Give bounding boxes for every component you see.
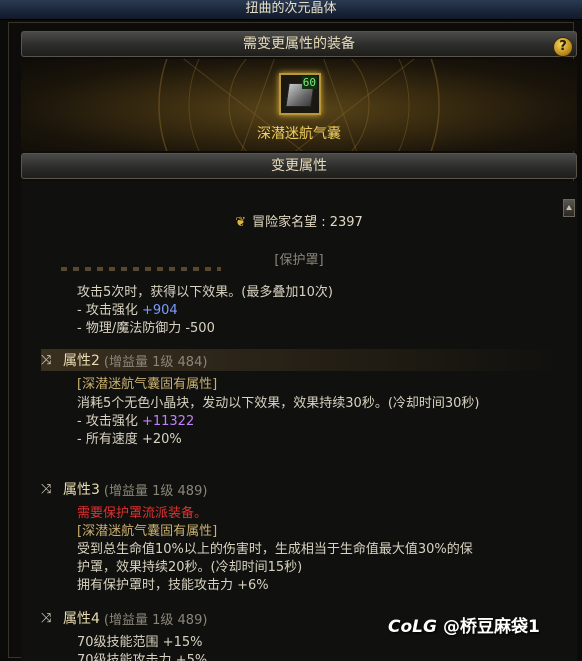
- attr2-line1: - 攻击强化 +11322: [77, 414, 195, 429]
- shuffle-icon[interactable]: ⤨: [41, 353, 57, 368]
- item-name: 深潜迷航气囊: [257, 126, 341, 142]
- attr3-requirement: 需要保护罩流派装备。: [77, 506, 208, 521]
- item-level-badge: 60: [301, 76, 317, 89]
- equip-section-header: 需变更属性的装备: [21, 31, 577, 57]
- attribute-name: 属性3: [63, 482, 100, 498]
- attribute-meta: (增益量 1级 489): [103, 483, 208, 499]
- change-section-header: 变更属性: [21, 153, 577, 179]
- attr2-tag: [深潜迷航气囊固有属性]: [77, 377, 218, 392]
- guard-title: [保护罩]: [274, 253, 324, 268]
- attr3-desc1: 受到总生命值10%以上的伤害时，生成相当于生命值最大值30%的保: [77, 542, 473, 557]
- fame-display: ❦ 冒险家名望 : 2397: [21, 211, 577, 230]
- attr3-tag: [深潜迷航气囊固有属性]: [77, 524, 218, 539]
- attr2-desc: 消耗5个无色小晶块，发动以下效果，效果持续30秒。(冷却时间30秒): [77, 396, 480, 411]
- fame-label: 冒险家名望 : 2397: [252, 215, 363, 230]
- attribute-name: 属性2: [63, 353, 100, 369]
- shuffle-icon[interactable]: ⤨: [41, 482, 57, 497]
- attribute-row-3[interactable]: ⤨ 属性3 (增益量 1级 489): [41, 478, 561, 500]
- item-slot[interactable]: 60: [279, 73, 321, 115]
- help-button[interactable]: ?: [553, 37, 573, 57]
- watermark: CoLG @桥豆麻袋1: [388, 612, 540, 637]
- attr4-line1: 70级技能范围 +15%: [77, 635, 203, 650]
- clipped-text-remnant: [61, 267, 221, 271]
- attribute-meta: (增益量 1级 489): [103, 612, 208, 628]
- attr4-line2: 70级技能攻击力 +5%: [77, 653, 208, 661]
- attribute-row-2[interactable]: ⤨ 属性2 (增益量 1级 484): [41, 349, 561, 371]
- effect-top-desc: 攻击5次时，获得以下效果。(最多叠加10次): [77, 285, 333, 300]
- attr2-line2: - 所有速度 +20%: [77, 432, 182, 447]
- attribute-meta: (增益量 1级 484): [103, 354, 208, 370]
- attr3-desc3: 拥有保护罩时，技能攻击力 +6%: [77, 578, 269, 593]
- main-window: 需变更属性的装备 ? 60 深潜迷航气囊 变更属性 ❦ 冒险家名望 : 2397 …: [8, 22, 577, 661]
- attr3-desc2: 护罩，效果持续20秒。(冷却时间15秒): [77, 560, 303, 575]
- effect-top-line1: - 攻击强化 +904: [77, 303, 178, 318]
- attribute-panel: ❦ 冒险家名望 : 2397 [保护罩] 攻击5次时，获得以下效果。(最多叠加10…: [21, 181, 577, 661]
- shuffle-icon[interactable]: ⤨: [41, 611, 57, 626]
- attribute-name: 属性4: [63, 611, 100, 627]
- colg-logo: CoLG: [388, 617, 437, 637]
- effect-top-line2: - 物理/魔法防御力 -500: [77, 321, 215, 336]
- watermark-user: @桥豆麻袋1: [442, 617, 540, 637]
- fame-icon: ❦: [235, 215, 247, 230]
- item-banner: 60 深潜迷航气囊: [21, 59, 577, 151]
- window-title: 扭曲的次元晶体: [0, 0, 582, 20]
